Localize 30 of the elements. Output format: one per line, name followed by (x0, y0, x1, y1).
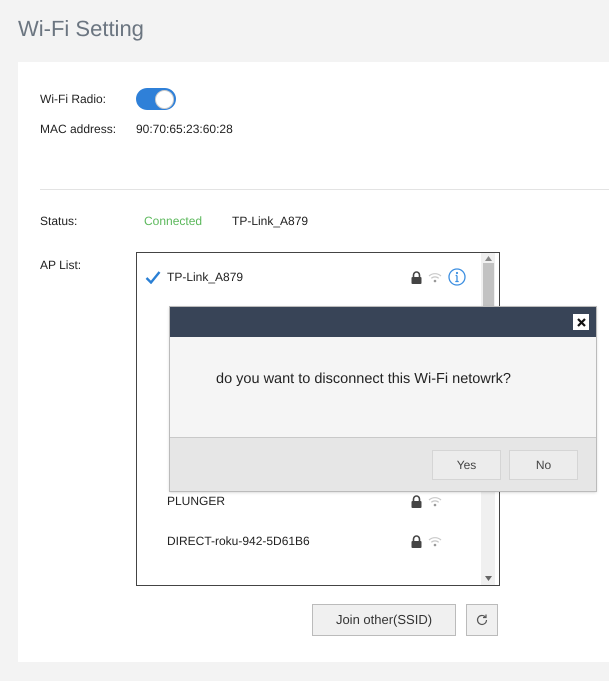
connected-network: TP-Link_A879 (232, 213, 308, 230)
lock-icon (411, 494, 422, 508)
field-label: Status: (40, 213, 78, 230)
close-button[interactable] (573, 314, 589, 330)
status-text: Connected (144, 213, 204, 230)
info-icon[interactable] (448, 268, 466, 286)
close-icon (576, 318, 586, 326)
dialog-button[interactable]: Yes (432, 450, 501, 480)
wifi-icon (428, 272, 442, 282)
field-label: MAC address: (40, 121, 118, 138)
scroll-up-icon[interactable] (484, 256, 492, 261)
network-name[interactable]: PLUNGER (167, 492, 411, 510)
field-label: Wi-Fi Radio: (40, 91, 108, 108)
dialog-button[interactable]: No (509, 450, 578, 480)
dialog-message: do you want to disconnect this Wi-Fi netowrk? (216, 370, 511, 389)
mac-address: 90:70:65:23:60:28 (136, 121, 233, 138)
wifi-icon (428, 536, 442, 546)
network-name[interactable]: TP-Link_A879 (167, 268, 411, 286)
check-icon (145, 270, 161, 284)
lock-icon (411, 270, 422, 284)
refresh-button[interactable] (466, 604, 498, 636)
scroll-down-icon[interactable] (484, 576, 492, 581)
wifi-icon (428, 496, 442, 506)
join-other-button[interactable]: Join other(SSID) (312, 604, 456, 636)
page-title: Wi-Fi Setting (18, 15, 145, 43)
toggle-switch[interactable] (136, 88, 176, 110)
network-name[interactable]: DIRECT-roku-942-5D61B6 (167, 532, 411, 550)
field-label: AP List: (40, 257, 82, 274)
refresh-icon (475, 613, 489, 627)
lock-icon (411, 534, 422, 548)
